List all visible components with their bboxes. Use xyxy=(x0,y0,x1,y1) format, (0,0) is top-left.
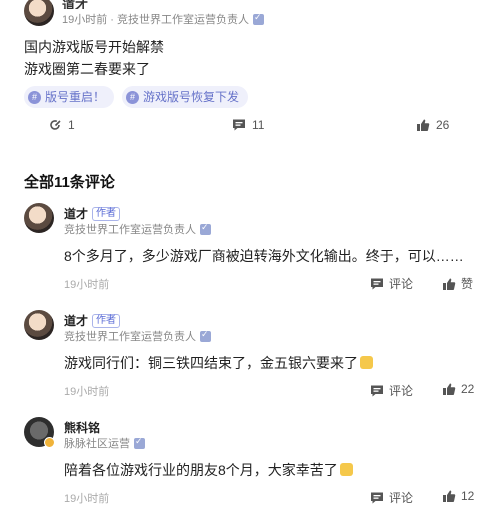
repost-count: 1 xyxy=(68,118,75,132)
commenter-name-row: 熊科铭 xyxy=(64,419,100,436)
post-line-2: 游戏圈第二春要来了 xyxy=(24,61,150,77)
comment-like-count: 22 xyxy=(461,382,475,396)
commenter-name[interactable]: 熊科铭 xyxy=(64,419,100,436)
comment-text: 陪着各位游戏行业的朋友8个月，大家幸苦了 xyxy=(64,462,338,478)
repost-icon xyxy=(50,120,61,130)
commenter-role: 脉脉社区运营 xyxy=(64,435,145,451)
comment-text: 游戏同行们：铜三铁四结束了，金五银六要来了 xyxy=(64,355,358,371)
comment-time: 19小时前 xyxy=(64,279,110,291)
hashtag-icon: # xyxy=(28,90,41,104)
comments-section-title: 全部11条评论 xyxy=(24,174,115,191)
comment-item: 道才 作者 竞技世界工作室运营负责人 游戏同行们：铜三铁四结束了，金五银六要来了… xyxy=(24,310,484,405)
commenter-role: 竞技世界工作室运营负责人 xyxy=(64,328,211,344)
commenter-name[interactable]: 道才 xyxy=(64,205,88,222)
thumbs-up-icon xyxy=(443,278,456,290)
reply-label: 评论 xyxy=(389,384,414,398)
topic-tag[interactable]: # 游戏版号恢复下发 xyxy=(122,86,249,108)
post-action-bar: 1 11 26 xyxy=(0,118,500,138)
emoji-icon xyxy=(339,463,353,476)
commenter-role-text: 竞技世界工作室运营负责人 xyxy=(64,331,196,343)
commenter-role-text: 脉脉社区运营 xyxy=(64,438,130,450)
post-author-block: 道才 19小时前 · 竞技世界工作室运营负责人 xyxy=(62,0,265,27)
reply-label: 评论 xyxy=(389,491,414,505)
comment-like-button[interactable]: 22 xyxy=(442,382,474,396)
post-body: 国内游戏版号开始解禁 游戏圈第二春要来了 xyxy=(24,36,164,80)
comment-icon xyxy=(371,492,383,503)
comment-like-count: 12 xyxy=(461,489,475,503)
commenter-avatar[interactable] xyxy=(24,203,54,233)
thumbs-up-icon xyxy=(443,383,456,395)
commenter-role-text: 竞技世界工作室运营负责人 xyxy=(64,224,196,236)
comment-like-button[interactable]: 赞 xyxy=(442,275,473,292)
topic-tag[interactable]: # 版号重启！ xyxy=(24,86,115,108)
emoji-icon xyxy=(360,356,373,369)
like-count: 26 xyxy=(436,118,450,132)
hashtag-icon: # xyxy=(126,90,140,104)
post-author-name[interactable]: 道才 xyxy=(62,0,264,9)
reply-label: 评论 xyxy=(389,277,414,291)
post-meta-text: 19小时前 · 竞技世界工作室运营负责人 xyxy=(62,14,250,26)
comment-text: 8个多月了，多少游戏厂商被迫转海外文化输出。终于，可以…… xyxy=(64,248,464,264)
comment-icon xyxy=(233,119,245,131)
comment-icon xyxy=(371,385,383,396)
post-tags: # 版号重启！ # 游戏版号恢复下发 xyxy=(24,86,249,108)
comment-item: 熊科铭 脉脉社区运营 陪着各位游戏行业的朋友8个月，大家幸苦了 19小时前 评论… xyxy=(24,417,484,509)
verified-icon xyxy=(253,12,265,25)
comment-time: 19小时前 xyxy=(64,493,110,505)
author-tag: 作者 xyxy=(92,313,121,328)
reply-button[interactable]: 评论 xyxy=(370,382,413,399)
comment-like-button[interactable]: 12 xyxy=(442,489,474,503)
comment-time: 19小时前 xyxy=(64,386,110,398)
comment-button[interactable]: 11 xyxy=(232,118,264,132)
verified-icon xyxy=(134,436,145,449)
comment-count: 11 xyxy=(252,118,265,132)
thumbs-up-icon xyxy=(443,490,456,502)
topic-tag-label: 版号重启！ xyxy=(45,90,106,104)
post-author-avatar[interactable] xyxy=(24,0,54,26)
post-meta: 19小时前 · 竞技世界工作室运营负责人 xyxy=(62,11,265,27)
post-line-1: 国内游戏版号开始解禁 xyxy=(24,39,164,55)
author-tag: 作者 xyxy=(92,206,121,221)
commenter-avatar[interactable] xyxy=(24,417,55,448)
repost-button[interactable]: 1 xyxy=(48,118,75,132)
commenter-name-row: 道才 作者 xyxy=(64,205,121,222)
like-button[interactable]: 26 xyxy=(416,118,449,132)
comment-text-row: 游戏同行们：铜三铁四结束了，金五银六要来了 xyxy=(64,353,373,373)
post-header: 道才 19小时前 · 竞技世界工作室运营负责人 xyxy=(24,0,265,32)
commenter-name-row: 道才 作者 xyxy=(64,312,121,329)
reply-button[interactable]: 评论 xyxy=(370,275,413,292)
comment-text-row: 陪着各位游戏行业的朋友8个月，大家幸苦了 xyxy=(64,460,353,480)
comment-like-label: 赞 xyxy=(461,277,474,291)
topic-tag-label: 游戏版号恢复下发 xyxy=(143,90,240,104)
commenter-avatar[interactable] xyxy=(24,310,54,340)
comment-icon xyxy=(371,278,383,289)
verified-icon xyxy=(200,222,211,235)
comment-item: 道才 作者 竞技世界工作室运营负责人 8个多月了，多少游戏厂商被迫转海外文化输出… xyxy=(24,203,484,298)
level-badge-icon xyxy=(44,437,55,448)
verified-icon xyxy=(200,329,211,342)
reply-button[interactable]: 评论 xyxy=(370,489,413,506)
commenter-role: 竞技世界工作室运营负责人 xyxy=(64,221,211,237)
commenter-name[interactable]: 道才 xyxy=(64,312,88,329)
thumbs-up-icon xyxy=(417,119,430,131)
